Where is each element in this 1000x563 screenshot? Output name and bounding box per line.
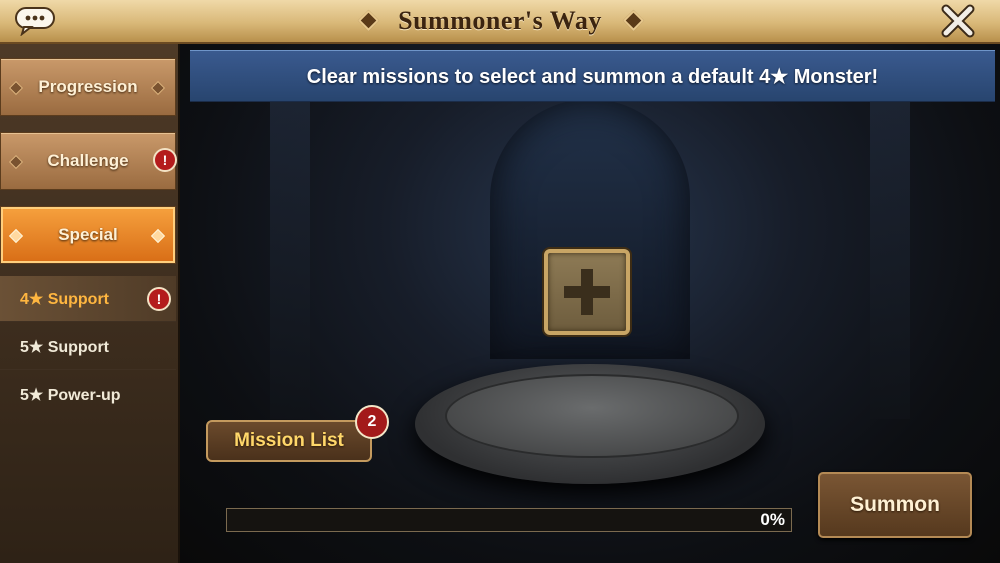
tab-ornament-left: [8, 228, 24, 244]
mission-list-label: Mission List: [234, 430, 344, 451]
summon-label: Summon: [850, 493, 940, 516]
tab-label: Progression: [38, 77, 138, 96]
tab-label: Challenge: [47, 151, 129, 170]
summon-button[interactable]: Summon: [818, 472, 972, 538]
sidebar-item-4star-support[interactable]: 4★ Support !: [0, 276, 176, 322]
background-pillar: [270, 99, 310, 419]
tab-progression[interactable]: Progression: [0, 58, 176, 116]
summon-platform-top: [445, 374, 739, 458]
tab-ornament-left: [8, 80, 24, 96]
chat-button[interactable]: [14, 6, 56, 37]
mission-count-badge: 2: [355, 405, 389, 439]
alert-icon: !: [153, 148, 177, 172]
close-button[interactable]: [940, 3, 976, 39]
tab-label: Special: [58, 225, 118, 244]
tab-ornament-left: [8, 154, 24, 170]
main-panel: Clear missions to select and summon a de…: [180, 44, 1000, 563]
chat-bubble-icon: [15, 7, 55, 37]
close-icon: [941, 4, 975, 38]
sidebar-item-label: 5★ Power-up: [20, 387, 121, 404]
alert-icon: !: [147, 287, 171, 311]
page-title: Summoner's Way: [398, 6, 602, 35]
tab-ornament-right: [150, 80, 166, 96]
top-header: Summoner's Way: [0, 0, 1000, 44]
tab-challenge[interactable]: Challenge !: [0, 132, 177, 190]
sidebar-item-label: 5★ Support: [20, 338, 110, 356]
add-monster-slot[interactable]: [544, 249, 630, 335]
title-container: Summoner's Way: [350, 4, 650, 38]
sidebar-item-5star-support[interactable]: 5★ Support: [0, 324, 176, 370]
progress-bar: 0%: [226, 508, 792, 532]
background-pillar: [870, 99, 910, 419]
sidebar-item-5star-powerup[interactable]: 5★ Power-up: [0, 372, 176, 418]
tab-special[interactable]: Special: [0, 206, 176, 264]
mission-list-button[interactable]: Mission List: [206, 420, 372, 462]
tab-ornament-right: [150, 228, 166, 244]
progress-text: 0%: [760, 510, 785, 529]
info-banner: Clear missions to select and summon a de…: [190, 50, 995, 102]
sidebar: Progression Challenge ! Special 4★ Suppo…: [0, 44, 180, 563]
banner-text: Clear missions to select and summon a de…: [306, 65, 879, 88]
sidebar-item-label: 4★ Support: [20, 290, 110, 308]
